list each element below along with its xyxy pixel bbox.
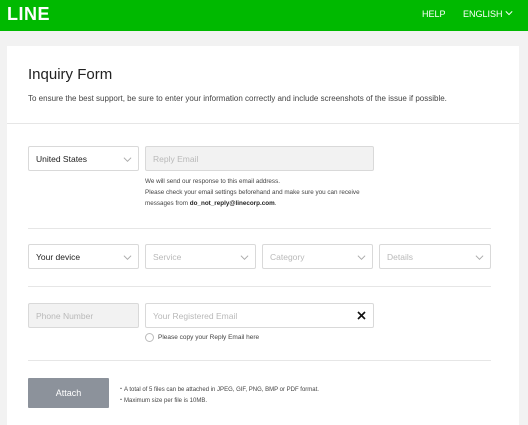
copy-reply-email-label: Please copy your Reply Email here (158, 334, 260, 341)
no-reply-email-address: do_not_reply@linecorp.com (189, 200, 275, 207)
section-divider (28, 360, 491, 361)
attach-note-formats: ・A total of 5 files can be attached in J… (118, 387, 319, 393)
inquiry-form-card: Inquiry Form To ensure the best support,… (7, 46, 519, 425)
phone-number-placeholder: Phone Number (36, 311, 94, 321)
header-divider (7, 123, 519, 124)
chevron-down-icon (357, 255, 366, 261)
device-select[interactable]: Your device (28, 244, 139, 269)
attach-note-size: ・Maximum size per file is 10MB. (118, 398, 208, 404)
country-value: United States (36, 154, 88, 164)
reply-email-input[interactable]: Reply Email (145, 146, 374, 171)
reply-email-help-3: messages from do_not_reply@linecorp.com. (145, 198, 276, 209)
details-placeholder: Details (387, 252, 413, 262)
chevron-down-icon (123, 255, 132, 261)
chevron-down-icon (475, 255, 484, 261)
reply-email-help-3-prefix: messages from (145, 200, 190, 207)
category-placeholder: Category (270, 252, 305, 262)
chevron-down-icon (123, 157, 132, 163)
phone-number-input[interactable]: Phone Number (28, 303, 139, 328)
reply-email-placeholder: Reply Email (153, 154, 199, 164)
page-title: Inquiry Form (28, 66, 113, 83)
reply-email-help-3-suffix: . (274, 200, 277, 207)
line-logo[interactable]: LINE (7, 4, 50, 25)
language-selector[interactable]: ENGLISH (463, 9, 503, 19)
close-icon[interactable] (354, 308, 369, 323)
chevron-down-icon (240, 255, 249, 261)
details-select[interactable]: Details (379, 244, 491, 269)
reply-email-help-2: Please check your email settings beforeh… (145, 189, 360, 196)
registered-email-input[interactable]: Your Registered Email (145, 303, 374, 328)
chevron-down-icon[interactable] (505, 9, 513, 17)
form-subtitle: To ensure the best support, be sure to e… (28, 94, 447, 103)
service-placeholder: Service (153, 252, 182, 262)
attach-button[interactable]: Attach (28, 378, 109, 408)
country-select[interactable]: United States (28, 146, 139, 171)
section-divider (28, 228, 491, 229)
device-value: Your device (36, 252, 81, 262)
reply-email-help-1: We will send our response to this email … (145, 178, 280, 185)
category-select[interactable]: Category (262, 244, 373, 269)
top-bar: LINE HELP ENGLISH (0, 0, 528, 31)
section-divider (28, 286, 491, 287)
registered-email-placeholder: Your Registered Email (153, 311, 238, 321)
service-select[interactable]: Service (145, 244, 256, 269)
copy-reply-email-radio[interactable] (145, 333, 154, 342)
help-link[interactable]: HELP (422, 9, 446, 19)
